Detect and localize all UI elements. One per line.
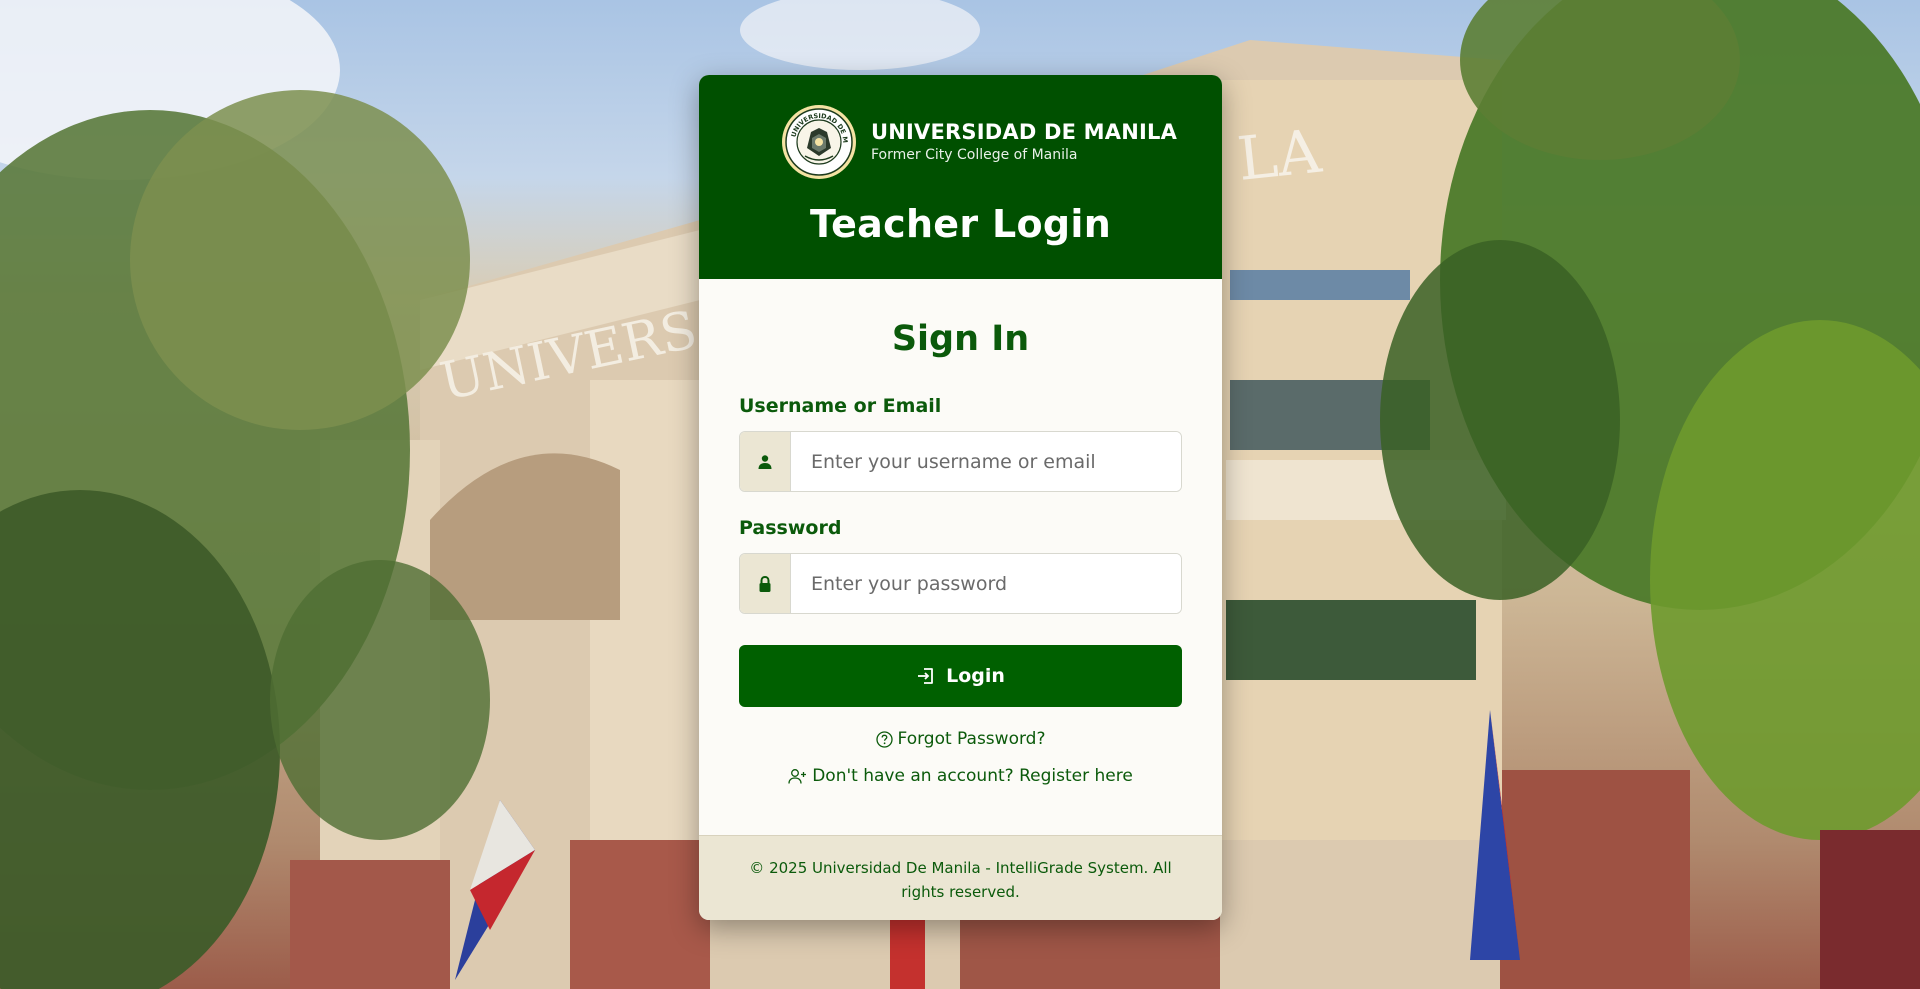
register-link[interactable]: Don't have an account? Register here [788, 766, 1133, 786]
password-addon [740, 554, 791, 613]
page-title: Teacher Login [809, 202, 1112, 246]
password-input[interactable] [791, 554, 1181, 613]
card-header: UNIVERSIDAD DE MANILA UNIVERSIDAD DE MAN… [699, 75, 1222, 279]
username-addon [740, 432, 791, 491]
login-form: Sign In Username or Email Password [699, 279, 1222, 835]
svg-text:LA: LA [1234, 117, 1325, 195]
username-label: Username or Email [739, 395, 942, 417]
university-brand: UNIVERSIDAD DE MANILA UNIVERSIDAD DE MAN… [781, 104, 1177, 180]
password-label: Password [739, 517, 842, 539]
forgot-password-label: Forgot Password? [897, 729, 1046, 749]
username-input[interactable] [791, 432, 1181, 491]
login-button[interactable]: Login [739, 645, 1182, 707]
user-icon [758, 454, 772, 469]
username-input-group [739, 431, 1182, 492]
question-circle-icon [875, 730, 893, 748]
register-row: Don't have an account? Register here [699, 766, 1222, 786]
brand-text: UNIVERSIDAD DE MANILA Former City Colleg… [871, 120, 1177, 165]
forgot-password-link[interactable]: Forgot Password? [875, 729, 1046, 749]
form-heading: Sign In [891, 319, 1030, 359]
university-subtitle: Former City College of Manila [871, 146, 1078, 163]
login-button-label: Login [946, 665, 1005, 687]
login-icon [918, 668, 933, 684]
user-plus-icon [788, 768, 807, 784]
login-card: UNIVERSIDAD DE MANILA UNIVERSIDAD DE MAN… [699, 75, 1222, 920]
university-name: UNIVERSIDAD DE MANILA [871, 119, 1178, 144]
lock-icon [759, 575, 771, 592]
copyright-text: © 2025 Universidad De Manila - IntelliGr… [749, 859, 1172, 901]
register-label: Don't have an account? Register here [812, 766, 1133, 786]
forgot-password-row: Forgot Password? [699, 729, 1222, 749]
university-seal-logo: UNIVERSIDAD DE MANILA [781, 104, 856, 179]
card-footer: © 2025 Universidad De Manila - IntelliGr… [699, 835, 1222, 920]
password-input-group [739, 553, 1182, 614]
